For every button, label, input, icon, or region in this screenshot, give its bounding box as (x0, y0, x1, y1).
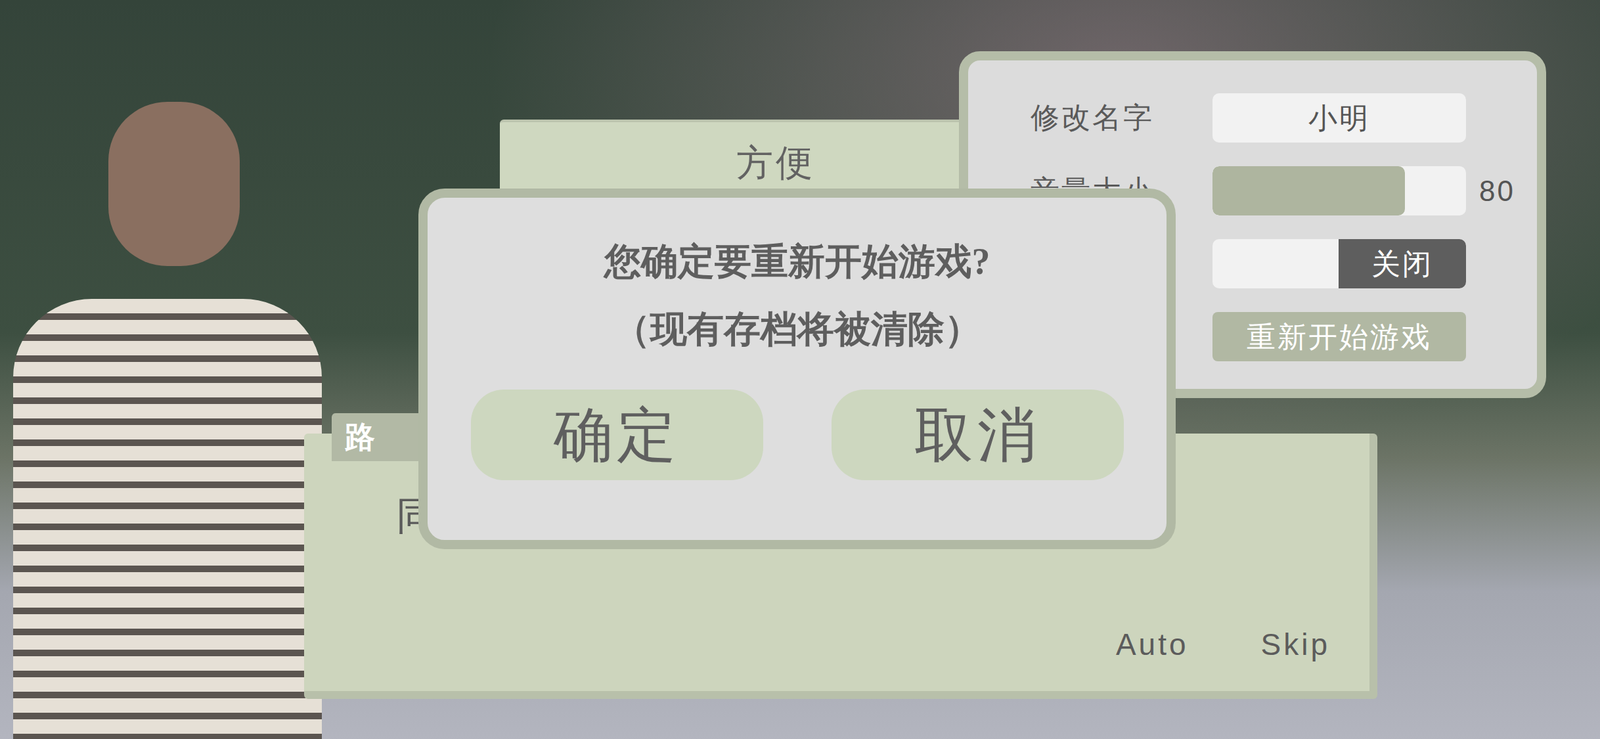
confirm-title: 您确定要重新开始游戏? (604, 239, 991, 284)
confirm-subtitle: （现有存档将被清除） (613, 307, 982, 352)
confirm-buttons: 确定取消 (470, 389, 1124, 481)
volume-reading: 80 (1479, 169, 1516, 213)
name-field[interactable]: 小明 (1212, 93, 1467, 143)
volume-slider[interactable] (1212, 166, 1467, 216)
restart-button[interactable]: 重新开始游戏 (1212, 311, 1467, 362)
character-body (13, 298, 322, 739)
volume-slider-fill (1212, 166, 1405, 216)
confirm-dialog: 您确定要重新开始游戏? （现有存档将被清除） 确定取消 (418, 188, 1176, 550)
toggle-state: 关闭 (1338, 239, 1467, 289)
settings-row: 修改名字小明 (1030, 93, 1537, 143)
toggle-switch[interactable]: 关闭 (1212, 239, 1467, 289)
settings-label: 修改名字 (1030, 100, 1213, 136)
dialogue-control-button[interactable]: Auto (1115, 622, 1189, 668)
game-screen: 路同AutoSkip方便修改名字小明音量大小80关闭重新开始游戏您确定要重新开始… (0, 0, 1600, 739)
dialogue-controls: Auto Skip (304, 622, 1370, 691)
character-head (108, 101, 240, 267)
dialogue-control-button[interactable]: Skip (1261, 622, 1331, 668)
confirm-button[interactable]: 取消 (831, 389, 1124, 481)
confirm-button[interactable]: 确定 (470, 389, 764, 481)
character-sprite (0, 101, 327, 739)
speaker-tab: 路 (331, 413, 429, 462)
